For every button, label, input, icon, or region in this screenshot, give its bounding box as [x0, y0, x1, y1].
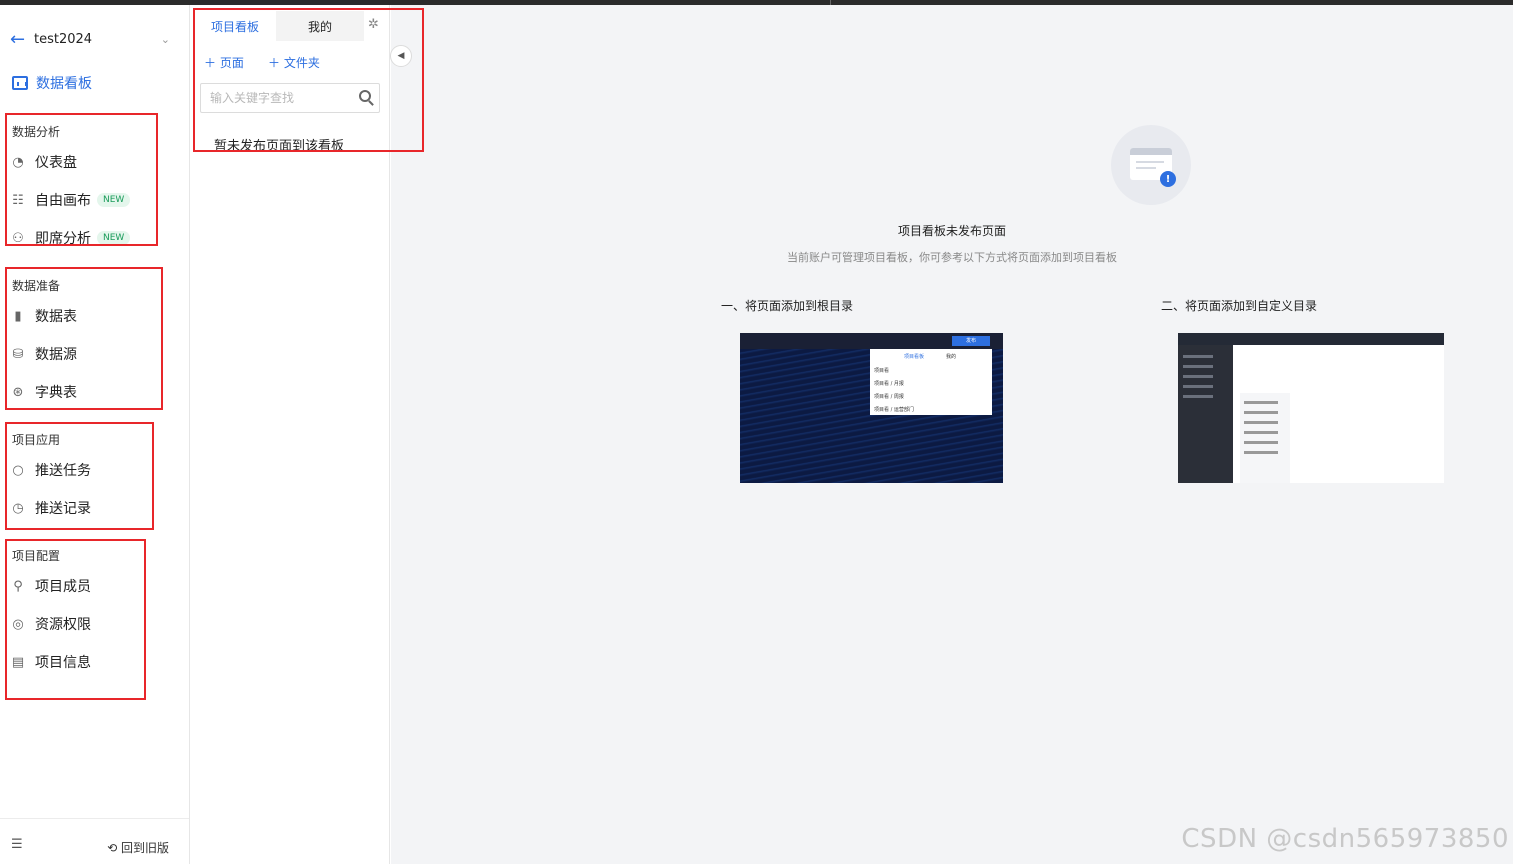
back-old-version-label: 回到旧版	[120, 841, 169, 855]
guide-tab-mine: 我的	[946, 354, 957, 360]
guide-row: 项目看 / 周报	[874, 394, 904, 400]
guide-screenshot-custom	[1178, 333, 1444, 483]
sidebar-item-data-board[interactable]: 数据看板	[12, 73, 92, 93]
dashboard-icon	[12, 76, 28, 90]
alert-icon: !	[1160, 171, 1176, 187]
guide-row: 项目看 / 运营部门	[874, 407, 914, 413]
highlight-box-config	[5, 539, 146, 700]
method-1-title: 一、将页面添加到根目录	[721, 299, 854, 313]
guide-row: 项目看 / 月报	[874, 381, 904, 387]
project-switcher[interactable]: ← test2024 ⌄	[10, 27, 170, 51]
project-name: test2024	[34, 31, 93, 47]
main-content: ! 项目看板未发布页面 当前账户可管理项目看板，你可参考以下方式将页面添加到项目…	[391, 5, 1513, 864]
empty-title: 项目看板未发布页面	[897, 224, 1006, 238]
back-old-version-link[interactable]: ⟲ 回到旧版	[107, 839, 169, 856]
guide-publish-button: 发布	[952, 336, 990, 346]
highlight-box-application	[5, 422, 154, 530]
watermark-text: CSDN @csdn565973850	[1181, 824, 1509, 854]
sidebar-footer: ☰ ⟲ 回到旧版	[0, 818, 189, 864]
guide-dropdown: 项目看板 我的 项目看 项目看 / 月报 项目看 / 周报 项目看 / 运营部门	[870, 349, 992, 415]
guide-tab-project: 项目看板	[904, 354, 925, 360]
highlight-box-panel	[193, 8, 424, 152]
method-2-title: 二、将页面添加到自定义目录	[1161, 299, 1318, 313]
back-arrow-icon[interactable]: ←	[10, 29, 34, 50]
empty-subtitle: 当前账户可管理项目看板，你可参考以下方式将页面添加到项目看板	[787, 251, 1117, 264]
guide-row: 项目看	[874, 368, 890, 374]
highlight-box-preparation	[5, 267, 163, 410]
collapse-menu-icon[interactable]: ☰	[11, 837, 23, 852]
highlight-box-analysis	[5, 113, 158, 246]
empty-page-illustration: !	[1111, 125, 1191, 205]
sidebar-item-label: 数据看板	[36, 76, 92, 92]
guide-screenshot-root: 发布 项目看板 我的 项目看 项目看 / 月报 项目看 / 周报 项目看 / 运…	[740, 333, 1003, 483]
chevron-down-icon[interactable]: ⌄	[161, 33, 170, 46]
